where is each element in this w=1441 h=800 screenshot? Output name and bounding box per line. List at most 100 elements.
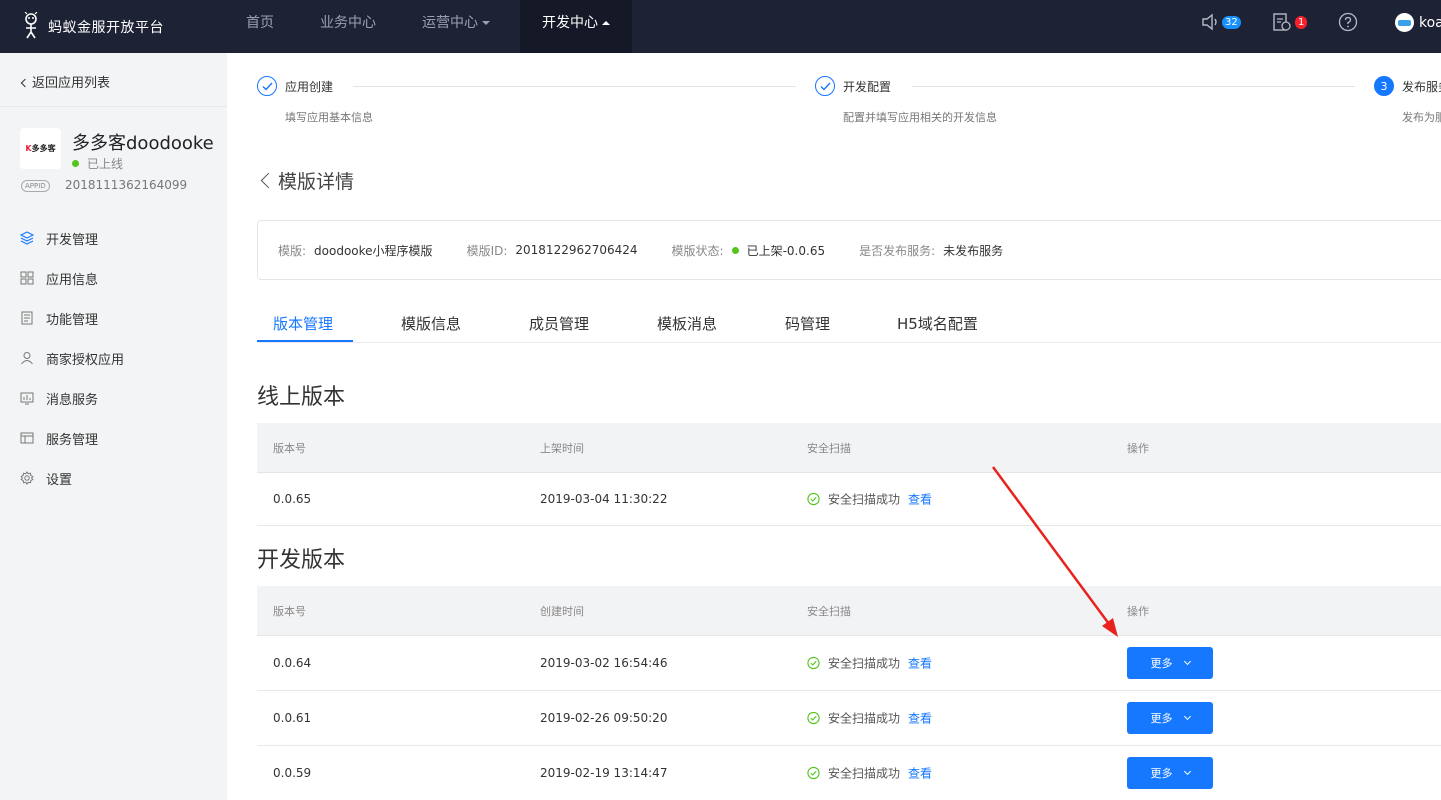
dev-table-header: 版本号 创建时间 安全扫描 操作 <box>257 586 1441 636</box>
sidebar-divider <box>0 106 227 107</box>
step-desc: 发布为服务 <box>1402 111 1441 124</box>
top-nav: 蚂蚁金服开放平台 首页 业务中心 运营中心 开发中心 32 1 koa <box>0 0 1441 53</box>
sidebar-item-dev-manage[interactable]: 开发管理 <box>20 228 98 248</box>
user-icon <box>21 352 33 365</box>
step-check <box>815 76 835 96</box>
more-button-body: 更多 <box>1127 647 1213 679</box>
template-id-value: 2018122962706424 <box>515 243 638 257</box>
document-icon <box>21 311 33 325</box>
nav-home[interactable]: 首页 <box>246 0 274 53</box>
help-button[interactable] <box>1338 12 1360 34</box>
sidebar-item-message-service[interactable]: 消息服务 <box>20 388 98 408</box>
sidebar-item-label: 设置 <box>46 472 73 488</box>
sidebar-item-app-info[interactable]: 应用信息 <box>20 268 98 288</box>
publish-value: 未发布服务 <box>943 243 1004 258</box>
check-circle-icon <box>807 711 820 725</box>
time-cell: 2019-03-04 11:30:22 <box>540 492 668 506</box>
app-status: 已上线 <box>72 155 123 172</box>
tab-template-message[interactable]: 模板消息 <box>657 313 717 334</box>
view-link[interactable]: 查看 <box>908 710 932 727</box>
nav-dev-center[interactable]: 开发中心 <box>520 0 632 53</box>
nav-business-center[interactable]: 业务中心 <box>320 0 376 53</box>
chevron-down-icon <box>1183 767 1191 776</box>
check-circle-icon <box>807 492 820 506</box>
view-link[interactable]: 查看 <box>908 765 932 782</box>
version-cell: 0.0.61 <box>273 711 312 725</box>
tab-h5-domain[interactable]: H5域名配置 <box>897 313 978 334</box>
col-time: 创建时间 <box>540 604 584 618</box>
chevron-down-icon <box>1183 657 1191 666</box>
more-label: 更多 <box>1150 767 1173 780</box>
todo-button[interactable]: 1 <box>1272 12 1308 34</box>
app-logo: K 多多客 <box>20 128 61 169</box>
table-row: 0.0.64 2019-03-02 16:54:46 安全扫描成功 查看 更多 <box>257 636 1441 691</box>
sidebar-item-label: 商家授权应用 <box>46 352 125 368</box>
app-name: 多多客doodooke <box>72 133 214 154</box>
sidebar-item-service-manage[interactable]: 服务管理 <box>20 428 98 448</box>
table-icon <box>20 432 34 444</box>
step-title: 应用创建 <box>285 79 334 94</box>
col-version: 版本号 <box>273 441 306 455</box>
more-button[interactable]: 更多 <box>1127 757 1213 789</box>
col-action: 操作 <box>1127 441 1149 455</box>
step-connector <box>353 86 796 87</box>
app-status-label: 已上线 <box>87 157 124 171</box>
scan-status: 安全扫描成功 <box>828 711 901 726</box>
chevron-down-icon <box>1183 712 1191 721</box>
more-label: 更多 <box>1150 712 1173 725</box>
sidebar-item-merchant-auth[interactable]: 商家授权应用 <box>20 348 124 368</box>
back-to-app-list-link[interactable]: 返回应用列表 <box>20 72 111 91</box>
version-cell: 0.0.64 <box>273 656 312 670</box>
time-cell: 2019-02-26 09:50:20 <box>540 711 668 725</box>
grid-icon <box>20 271 34 285</box>
page-title[interactable]: 模版详情 <box>257 167 354 194</box>
tab-version-manage[interactable]: 版本管理 <box>273 313 333 334</box>
user-menu[interactable]: koa <box>1395 13 1441 32</box>
sidebar-item-label: 服务管理 <box>46 432 99 448</box>
nav-dev-center-label: 开发中心 <box>542 15 598 31</box>
more-button[interactable]: 更多 <box>1127 702 1213 734</box>
col-time: 上架时间 <box>540 441 584 455</box>
check-icon <box>820 82 831 91</box>
template-status-text: 已上架-0.0.65 <box>746 243 826 258</box>
more-button-body: 更多 <box>1127 702 1213 734</box>
tab-member-manage[interactable]: 成员管理 <box>529 313 589 334</box>
scan-cell: 安全扫描成功 查看 <box>807 655 932 672</box>
more-button[interactable]: 更多 <box>1127 647 1213 679</box>
sidebar: 返回应用列表 K 多多客 多多客doodooke 已上线 APPID 201811… <box>0 53 227 800</box>
tab-template-info[interactable]: 模版信息 <box>401 313 461 334</box>
sidebar-item-settings[interactable]: 设置 <box>20 468 72 488</box>
step-desc: 配置并填写应用相关的开发信息 <box>843 111 997 124</box>
speaker-icon <box>1202 13 1217 31</box>
check-circle-icon <box>807 656 820 670</box>
sidebar-item-label: 开发管理 <box>46 232 99 248</box>
chevron-left-icon <box>260 172 277 189</box>
step-check <box>257 76 277 96</box>
step-connector <box>912 86 1355 87</box>
brand[interactable]: 蚂蚁金服开放平台 <box>20 0 164 53</box>
chevron-left-icon <box>20 78 30 88</box>
online-dot-icon <box>72 160 79 167</box>
step-dev-config: 开发配置 <box>815 76 891 96</box>
tab-code-manage[interactable]: 码管理 <box>785 313 830 334</box>
status-dot-icon <box>731 246 739 254</box>
notice-badge: 32 <box>1222 16 1241 29</box>
sidebar-item-feature-manage[interactable]: 功能管理 <box>20 308 98 328</box>
version-cell: 0.0.59 <box>273 766 312 780</box>
scan-status: 安全扫描成功 <box>828 492 901 507</box>
nav-operation-center[interactable]: 运营中心 <box>422 0 490 53</box>
sidebar-item-label: 功能管理 <box>46 312 99 328</box>
back-label: 返回应用列表 <box>32 76 111 91</box>
sidebar-item-label: 消息服务 <box>46 392 99 408</box>
publish-label: 是否发布服务: <box>859 243 936 258</box>
col-version: 版本号 <box>273 604 306 618</box>
table-row: 0.0.59 2019-02-19 13:14:47 安全扫描成功 查看 更多 <box>257 746 1441 800</box>
version-cell: 0.0.65 <box>273 492 312 506</box>
notice-button[interactable]: 32 <box>1201 12 1241 34</box>
nav-operation-center-label: 运营中心 <box>422 15 478 31</box>
layers-icon <box>20 231 34 245</box>
view-link[interactable]: 查看 <box>908 491 932 508</box>
gear-icon <box>20 471 34 485</box>
step-title: 发布服务 <box>1402 79 1441 94</box>
view-link[interactable]: 查看 <box>908 655 932 672</box>
